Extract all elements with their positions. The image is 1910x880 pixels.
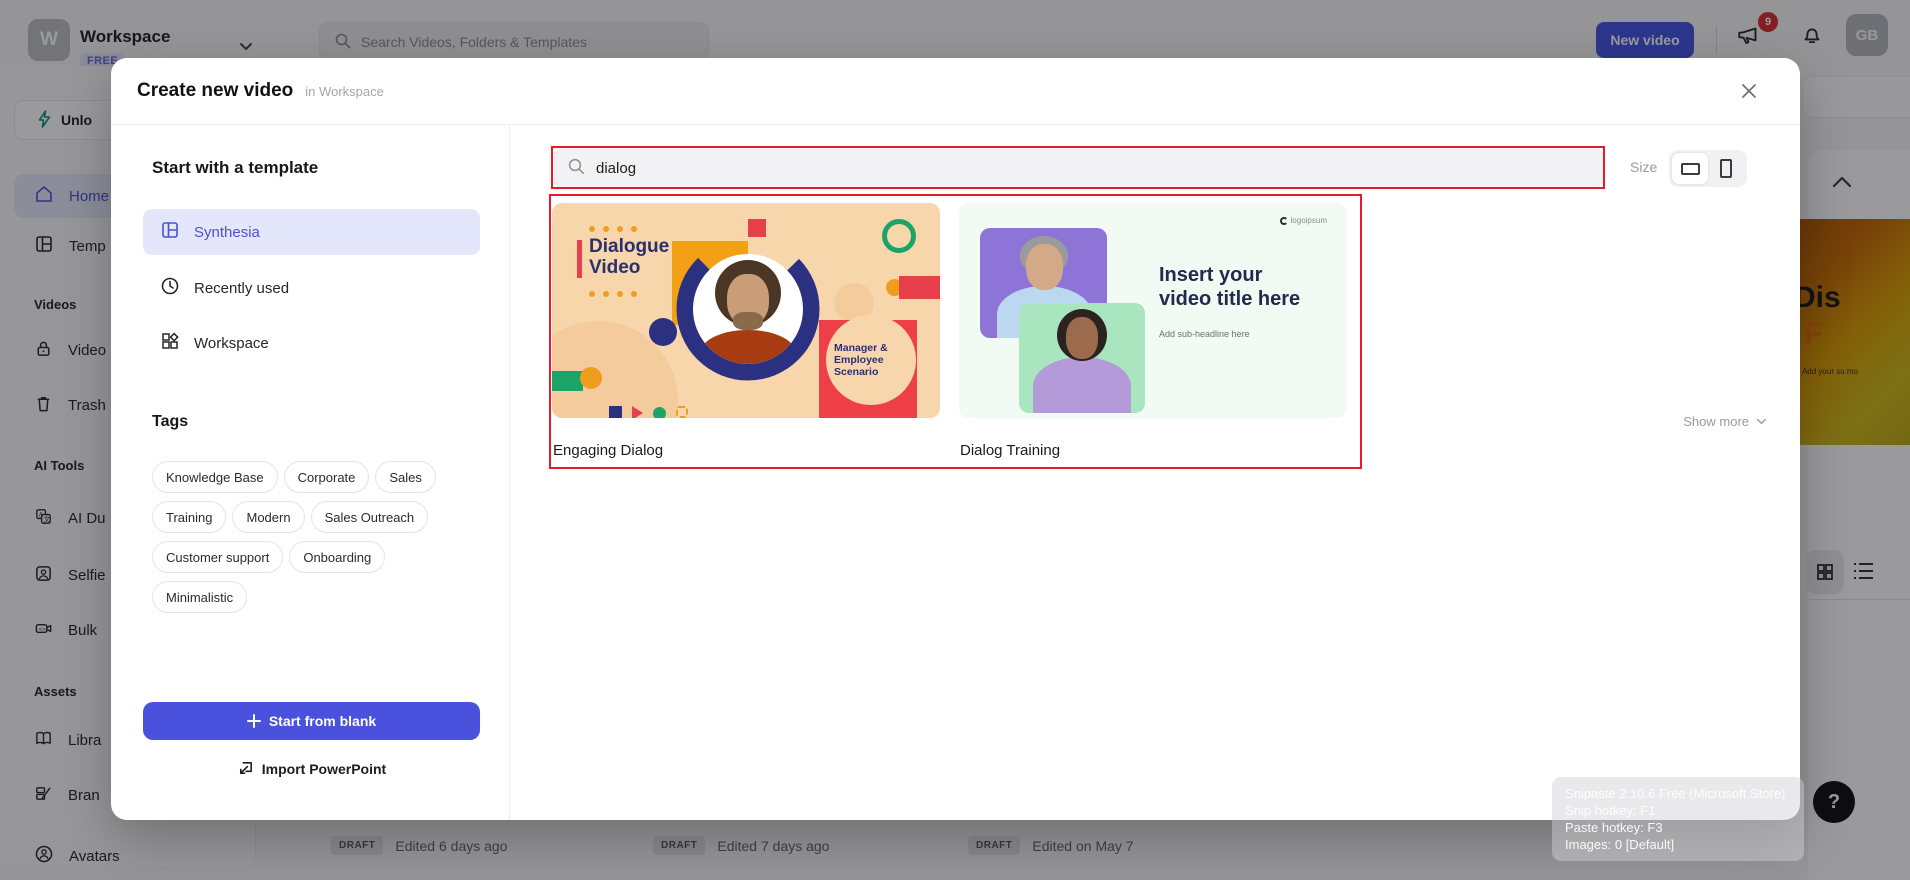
import-powerpoint-button[interactable]: Import PowerPoint bbox=[143, 760, 480, 777]
template-panel-heading: Start with a template bbox=[152, 158, 319, 177]
search-icon bbox=[567, 157, 585, 180]
tab-workspace[interactable]: Workspace bbox=[143, 320, 480, 366]
template-search-input[interactable] bbox=[554, 149, 1603, 187]
tag-chip[interactable]: Knowledge Base bbox=[152, 461, 278, 493]
tag-chip[interactable]: Customer support bbox=[152, 541, 284, 573]
tag-chip[interactable]: Training bbox=[152, 501, 227, 533]
plus-icon bbox=[246, 714, 261, 728]
presenter-photo-woman bbox=[1019, 303, 1145, 413]
app-root: W Workspace FREE Search Videos, Folders … bbox=[0, 0, 1910, 880]
logo-icon bbox=[1279, 216, 1288, 225]
template-card-label: Dialog Training bbox=[960, 442, 1061, 459]
decor-bar bbox=[899, 276, 940, 299]
start-from-blank-button[interactable]: Start from blank bbox=[143, 702, 480, 740]
clock-icon bbox=[160, 276, 180, 300]
tab-label: Recently used bbox=[194, 279, 290, 297]
shapes-grid-icon bbox=[160, 331, 180, 355]
template-card-label: Engaging Dialog bbox=[553, 442, 664, 459]
tag-chip[interactable]: Sales Outreach bbox=[310, 501, 429, 533]
presenter-photo bbox=[693, 254, 803, 364]
landscape-icon bbox=[1680, 162, 1700, 175]
tab-recently-used[interactable]: Recently used bbox=[143, 265, 480, 311]
decor-dots bbox=[589, 291, 637, 297]
slide-title: Dialogue Video bbox=[589, 236, 670, 278]
tag-chip[interactable]: Corporate bbox=[283, 461, 370, 493]
template-thumbnail: logoipsum Insert your video title here Ad… bbox=[959, 203, 1347, 418]
decor-triangle bbox=[632, 406, 643, 418]
tab-label: Workspace bbox=[194, 334, 269, 352]
decor-dashed-square bbox=[676, 406, 688, 418]
import-icon bbox=[239, 762, 252, 775]
decor-bar bbox=[577, 240, 582, 278]
decor-bar bbox=[552, 371, 583, 391]
template-card-dialog-training[interactable]: logoipsum Insert your video title here Ad… bbox=[959, 203, 1347, 459]
template-thumbnail: Dialogue Video Manager & Employee Scenari… bbox=[552, 203, 940, 418]
tag-chip-list: Knowledge Base Corporate Sales Training Mode… bbox=[152, 461, 482, 621]
modal-title: Create new video bbox=[137, 80, 294, 101]
scenario-badge: Manager & Employee Scenario bbox=[826, 315, 916, 405]
tooltip-line: Images: 0 [Default] bbox=[1565, 837, 1675, 852]
slide-subtitle: Add sub-headline here bbox=[1159, 329, 1250, 339]
decor-circle bbox=[653, 407, 666, 418]
tag-chip[interactable]: Modern bbox=[232, 501, 305, 533]
modal-subtitle: in Workspace bbox=[305, 83, 384, 99]
snipaste-tooltip: Snipaste 2.10.6 Free (Microsoft Store) S… bbox=[1552, 777, 1804, 861]
show-more-label: Show more bbox=[1683, 414, 1749, 429]
decor-dots bbox=[589, 226, 637, 232]
tag-chip[interactable]: Sales bbox=[375, 461, 436, 493]
slide-title: Insert your video title here bbox=[1159, 264, 1301, 310]
logoipsum-logo: logoipsum bbox=[1279, 216, 1327, 225]
template-search-field[interactable] bbox=[596, 159, 1496, 177]
tag-chip[interactable]: Minimalistic bbox=[152, 581, 248, 613]
decor-circle bbox=[580, 367, 602, 389]
size-label: Size bbox=[1630, 159, 1658, 175]
modal-header: Create new video in Workspace bbox=[111, 58, 1800, 125]
tab-synthesia[interactable]: Synthesia bbox=[143, 209, 480, 255]
scenario-text: Manager & Employee Scenario bbox=[834, 342, 888, 378]
tooltip-line: Paste hotkey: F3 bbox=[1565, 820, 1663, 835]
chevron-down-icon bbox=[1757, 418, 1766, 425]
decor-ring bbox=[882, 219, 916, 253]
decor-circle bbox=[649, 318, 677, 346]
templates-icon bbox=[160, 220, 180, 244]
close-icon[interactable] bbox=[1738, 80, 1760, 107]
portrait-size-button[interactable] bbox=[1708, 153, 1744, 184]
template-card-engaging-dialog[interactable]: Dialogue Video Manager & Employee Scenari… bbox=[552, 203, 940, 459]
decor-square bbox=[609, 406, 622, 418]
portrait-icon bbox=[1720, 159, 1732, 178]
import-powerpoint-label: Import PowerPoint bbox=[261, 760, 387, 777]
show-more-button[interactable]: Show more bbox=[1683, 414, 1768, 429]
tags-heading: Tags bbox=[152, 413, 189, 430]
size-toggle bbox=[1669, 150, 1747, 187]
tooltip-line: Snip hotkey: F1 bbox=[1565, 803, 1656, 818]
start-from-blank-label: Start from blank bbox=[268, 713, 377, 729]
tab-label: Synthesia bbox=[194, 223, 260, 241]
tooltip-line: Snipaste 2.10.6 Free (Microsoft Store) bbox=[1565, 786, 1786, 801]
create-new-video-modal: Create new video in Workspace Start with… bbox=[111, 58, 1800, 820]
tag-chip[interactable]: Onboarding bbox=[289, 541, 386, 573]
modal-divider bbox=[509, 125, 510, 820]
landscape-size-button[interactable] bbox=[1672, 153, 1708, 184]
